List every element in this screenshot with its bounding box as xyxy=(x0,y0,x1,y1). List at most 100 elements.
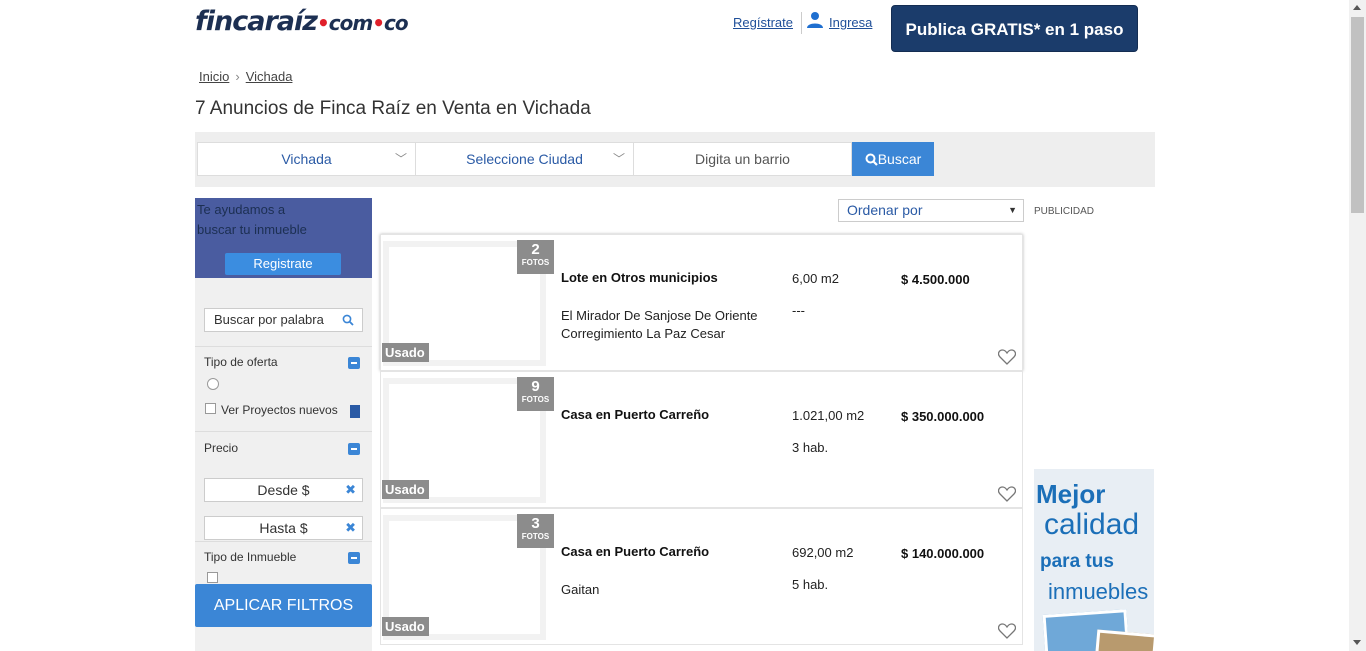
listing-address: El Mirador De Sanjose De Oriente Corregi… xyxy=(561,308,758,341)
help-line-1: Te ayudamos a xyxy=(197,202,286,217)
listing-title[interactable]: Casa en Puerto Carreño xyxy=(561,544,709,559)
register-link[interactable]: Regístrate xyxy=(733,15,793,30)
clear-icon[interactable]: ✖ xyxy=(345,517,356,539)
help-line-2: buscar tu inmueble xyxy=(197,222,307,237)
ad-label: PUBLICIDAD xyxy=(1034,206,1095,217)
listing-price: $ 140.000.000 xyxy=(901,546,985,561)
help-text: Te ayudamos a buscar tu inmueble xyxy=(197,200,337,240)
offer-radio[interactable] xyxy=(207,378,219,390)
listing-price: $ 4.500.000 xyxy=(901,272,970,287)
search-button[interactable]: Buscar xyxy=(852,142,934,176)
listing-rooms: --- xyxy=(792,303,805,318)
chevron-down-icon: ﹀ xyxy=(394,152,407,166)
scroll-down-icon[interactable] xyxy=(1353,640,1361,645)
ad-line-2: calidad xyxy=(1044,508,1140,541)
filter-sidebar: Te ayudamos a buscar tu inmueble Registr… xyxy=(195,198,372,651)
listing-area: 6,00 m2 xyxy=(792,271,839,286)
collapse-icon[interactable] xyxy=(348,357,360,369)
login-link[interactable]: Ingresa xyxy=(829,15,872,30)
ad-line-1: Mejor xyxy=(1036,479,1106,509)
page-title: 7 Anuncios de Finca Raíz en Venta en Vic… xyxy=(195,98,591,119)
city-value: Seleccione Ciudad xyxy=(466,151,583,167)
clear-icon[interactable]: ✖ xyxy=(345,479,356,501)
property-type-checkbox[interactable] xyxy=(207,572,218,583)
apply-filters-button[interactable]: APLICAR FILTROS xyxy=(195,584,372,627)
collapse-icon[interactable] xyxy=(348,552,360,564)
ad-banner[interactable]: Mejor calidad para tus inmuebles xyxy=(1034,469,1154,651)
listing-rooms: 3 hab. xyxy=(792,440,829,455)
projects-label: Ver Proyectos nuevos xyxy=(221,403,338,417)
ad-line-3: para tus xyxy=(1040,551,1114,572)
breadcrumb-separator: › xyxy=(235,69,240,84)
scrollbar-thumb[interactable] xyxy=(1351,17,1364,213)
department-select[interactable]: Vichada ﹀ xyxy=(197,142,416,176)
photo-count: 2 xyxy=(531,241,540,258)
listing-title[interactable]: Casa en Puerto Carreño xyxy=(561,407,709,422)
heart-icon[interactable] xyxy=(998,623,1016,639)
photo-count-badge: 3 FOTOS xyxy=(517,514,554,548)
order-by-select[interactable]: Ordenar por ▼ xyxy=(838,199,1024,222)
photo-count-label: FOTOS xyxy=(521,532,550,541)
price-to-placeholder: Hasta $ xyxy=(259,520,308,536)
price-from-placeholder: Desde $ xyxy=(257,482,310,498)
barrio-input[interactable]: Digita un barrio xyxy=(633,142,852,176)
price-from-input[interactable]: Desde $ ✖ xyxy=(204,478,363,502)
logo-dom-co: co xyxy=(383,11,409,35)
photo-count: 9 xyxy=(531,378,540,395)
page: fincaraíz•com•co Regístrate Ingresa Publ… xyxy=(0,0,1366,651)
sidebar-register-button[interactable]: Registrate xyxy=(225,253,341,275)
offer-type-title: Tipo de oferta xyxy=(204,355,278,369)
projects-checkbox[interactable] xyxy=(205,403,216,414)
help-banner: Te ayudamos a buscar tu inmueble Registr… xyxy=(195,198,372,278)
caret-down-icon: ▼ xyxy=(1008,205,1017,215)
breadcrumb: Inicio › Vichada xyxy=(199,69,292,84)
price-title: Precio xyxy=(204,441,239,455)
collapse-icon[interactable] xyxy=(348,443,360,455)
listing-card[interactable]: 2 FOTOS Usado Lote en Otros municipios E… xyxy=(380,234,1023,371)
photo-count: 3 xyxy=(531,515,540,532)
price-to-input[interactable]: Hasta $ ✖ xyxy=(204,516,363,540)
user-icon[interactable] xyxy=(806,11,824,29)
building-icon xyxy=(350,405,360,418)
word-search-placeholder: Buscar por palabra xyxy=(214,312,324,327)
listing-address: Gaitan xyxy=(561,582,600,597)
listing-title[interactable]: Lote en Otros municipios xyxy=(561,270,718,285)
word-search-input[interactable]: Buscar por palabra xyxy=(204,308,363,332)
photo-count-badge: 9 FOTOS xyxy=(517,377,554,411)
condition-badge: Usado xyxy=(382,480,429,499)
logo-dom-com: com xyxy=(328,11,373,35)
chevron-down-icon: ﹀ xyxy=(612,152,625,166)
site-logo[interactable]: fincaraíz•com•co xyxy=(195,6,409,37)
heart-icon[interactable] xyxy=(998,349,1016,365)
listing-area: 1.021,00 m2 xyxy=(792,408,865,423)
city-select[interactable]: Seleccione Ciudad ﹀ xyxy=(415,142,634,176)
listing-area: 692,00 m2 xyxy=(792,545,854,560)
photo-count-badge: 2 FOTOS xyxy=(517,240,554,274)
order-by-value: Ordenar por xyxy=(847,202,923,218)
search-icon xyxy=(865,153,878,166)
department-value: Vichada xyxy=(281,151,332,167)
ad-line-4: inmuebles xyxy=(1048,579,1149,604)
header-divider xyxy=(801,12,802,34)
photo-count-label: FOTOS xyxy=(521,258,550,267)
condition-badge: Usado xyxy=(382,617,429,636)
condition-badge: Usado xyxy=(382,343,429,362)
logo-main: fincaraíz xyxy=(195,6,318,37)
offer-type-section: Tipo de oferta Ver Proyectos nuevos xyxy=(195,346,372,431)
listing-rooms: 5 hab. xyxy=(792,577,829,592)
listing-price: $ 350.000.000 xyxy=(901,409,985,424)
breadcrumb-current[interactable]: Vichada xyxy=(246,69,293,84)
breadcrumb-home[interactable]: Inicio xyxy=(199,69,229,84)
ad-photo xyxy=(1094,629,1154,651)
search-button-label: Buscar xyxy=(877,151,922,167)
search-icon[interactable] xyxy=(342,314,354,326)
heart-icon[interactable] xyxy=(998,486,1016,502)
listing-card[interactable]: 3 FOTOS Usado Casa en Puerto Carreño Gai… xyxy=(380,508,1023,645)
property-type-title: Tipo de Inmueble xyxy=(204,550,297,564)
price-section: Precio Desde $ ✖ Hasta $ ✖ xyxy=(195,431,372,541)
publish-button[interactable]: Publica GRATIS* en 1 paso xyxy=(891,5,1138,52)
photo-count-label: FOTOS xyxy=(521,395,550,404)
scroll-up-icon[interactable] xyxy=(1353,5,1361,10)
search-bar: Vichada ﹀ Seleccione Ciudad ﹀ Digita un … xyxy=(195,132,1155,187)
listing-card[interactable]: 9 FOTOS Usado Casa en Puerto Carreño 1.0… xyxy=(380,371,1023,508)
